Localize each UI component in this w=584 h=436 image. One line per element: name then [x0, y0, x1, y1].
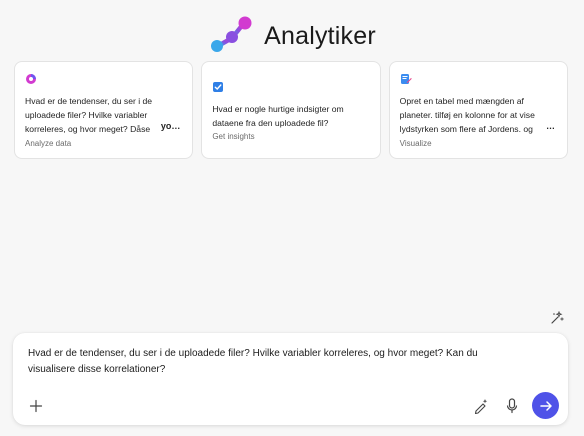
more-ellipsis: … — [542, 121, 555, 131]
send-button[interactable] — [532, 392, 559, 419]
add-attachment-button[interactable] — [25, 395, 47, 417]
suggestion-card-insights[interactable]: Hvad er nogle hurtige indsigter om datae… — [201, 61, 381, 159]
sparkle-pen-icon — [474, 399, 488, 414]
suggestion-card-analyze[interactable]: Hvad er de tendenser, du ser i de upload… — [14, 61, 194, 159]
suggestion-text: Opret en tabel med mængden af planeter. … — [399, 96, 535, 134]
app-title: Analytiker — [264, 21, 376, 50]
message-input[interactable]: Hvad er de tendenser, du ser i de upload… — [28, 346, 518, 378]
sparkle-wand-icon — [551, 311, 564, 324]
molecule-logo-icon — [208, 14, 256, 58]
edit-chart-icon — [400, 74, 412, 84]
more-ellipsis: yo… — [157, 121, 181, 131]
chart-pie-icon — [26, 74, 36, 84]
microphone-icon — [506, 398, 518, 414]
header: Analytiker — [0, 14, 584, 58]
prompt-guide-button[interactable] — [470, 395, 492, 417]
plus-icon — [29, 399, 43, 413]
card-category-label: Analyze data — [25, 139, 72, 148]
card-category-label: Visualize — [399, 139, 432, 148]
suggestion-cards: Hvad er de tendenser, du ser i de upload… — [14, 61, 568, 159]
checkbox-icon — [213, 82, 224, 92]
chat-composer: Hvad er de tendenser, du ser i de upload… — [13, 333, 568, 425]
arrow-right-icon — [539, 400, 552, 411]
suggestion-text: Hvad er nogle hurtige indsigter om datae… — [212, 104, 344, 128]
sparkle-wand-button[interactable] — [549, 310, 565, 326]
card-category-label: Get insights — [212, 132, 255, 141]
suggestion-card-visualize[interactable]: Opret en tabel med mængden af planeter. … — [388, 61, 568, 159]
microphone-button[interactable] — [501, 395, 523, 417]
